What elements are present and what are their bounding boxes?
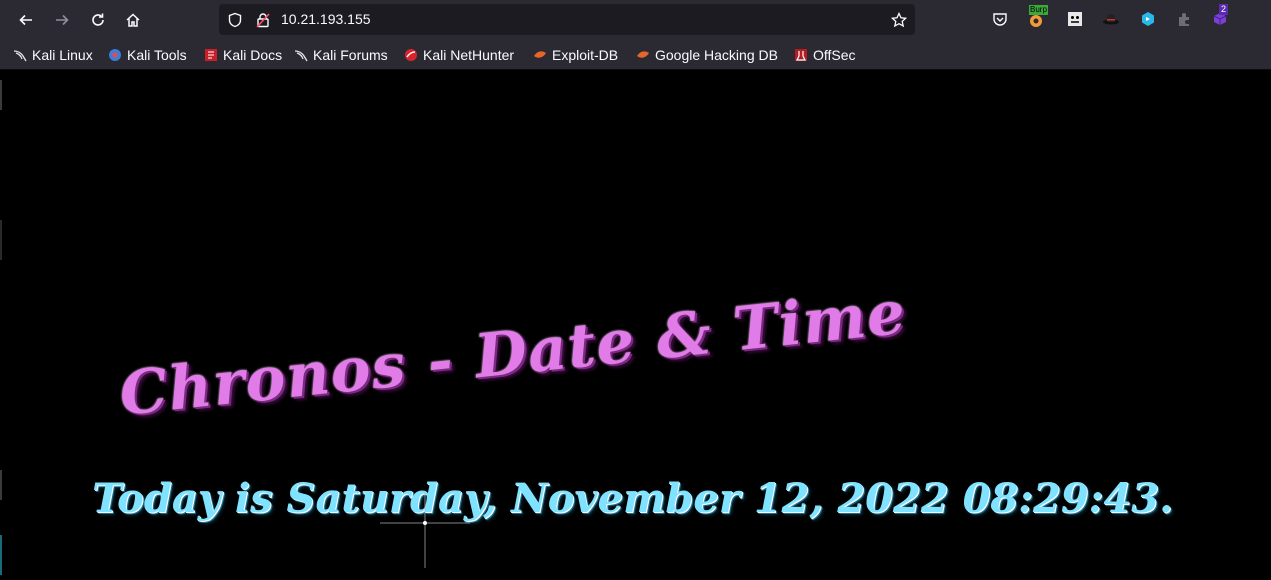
nethunter-icon: [405, 49, 417, 61]
ghost-face-icon: [1068, 12, 1082, 26]
puzzle-piece-icon: [1179, 13, 1189, 26]
bookmark-star-icon[interactable]: [891, 12, 907, 28]
notification-count-badge: 2: [1219, 4, 1229, 15]
hexagon-icon: [1142, 12, 1154, 26]
bookmark-kali-forums[interactable]: Kali Forums: [294, 45, 388, 65]
reload-button[interactable]: [84, 6, 112, 34]
extension-button[interactable]: [1066, 10, 1084, 28]
shield-icon[interactable]: [227, 12, 243, 28]
bookmark-offsec[interactable]: OffSec: [794, 45, 856, 65]
sparkle-icon: [380, 492, 470, 568]
bookmark-kali-nethunter[interactable]: Kali NetHunter: [404, 45, 514, 65]
pocket-button[interactable]: [991, 10, 1009, 28]
bookmark-exploit-db[interactable]: Exploit-DB: [533, 45, 618, 65]
burp-extension-button[interactable]: Burp: [1027, 5, 1048, 28]
bookmark-google-hacking-db[interactable]: Google Hacking DB: [636, 45, 778, 65]
left-edge-marks: [0, 80, 2, 575]
bookmark-kali-docs[interactable]: Kali Docs: [204, 45, 282, 65]
bookmark-label: Kali Docs: [223, 47, 283, 63]
pocket-icon: [993, 13, 1007, 26]
bookmark-label: Kali NetHunter: [423, 47, 515, 63]
bookmarks-toolbar: Kali Linux Kali Tools Kali Docs Kali For…: [0, 40, 1271, 70]
home-button[interactable]: [119, 6, 147, 34]
bookmark-kali-linux[interactable]: Kali Linux: [13, 45, 93, 65]
browser-toolbar: 10.21.193.155 Burp 2: [0, 0, 1271, 40]
home-icon: [126, 13, 140, 27]
insecure-lock-icon[interactable]: [255, 12, 271, 28]
ghdb-icon: [637, 51, 649, 58]
bookmark-label: Google Hacking DB: [655, 47, 778, 63]
bookmark-label: Kali Linux: [32, 47, 93, 63]
burp-badge: Burp: [1029, 5, 1048, 15]
back-button[interactable]: [12, 6, 40, 34]
hat-icon: [1103, 14, 1119, 25]
bookmark-label: OffSec: [813, 47, 856, 63]
arrow-left-icon: [19, 14, 32, 26]
arrow-right-icon: [56, 14, 69, 26]
page-title: Chronos - Date & Time: [116, 277, 910, 430]
offsec-icon: [795, 49, 807, 61]
reload-icon: [92, 13, 104, 26]
current-datetime: Today is Saturday, November 12, 2022 08:…: [92, 475, 1174, 522]
url-text[interactable]: 10.21.193.155: [281, 11, 371, 27]
kali-docs-icon: [205, 49, 217, 61]
kali-tools-icon: [109, 49, 121, 61]
bookmark-label: Kali Tools: [127, 47, 187, 63]
address-bar[interactable]: 10.21.193.155: [219, 4, 915, 35]
wappalyzer-button[interactable]: [1139, 10, 1157, 28]
forward-button[interactable]: [48, 6, 76, 34]
kali-dragon-icon: [13, 50, 27, 62]
page-content: Chronos - Date & Time Today is Saturday,…: [0, 70, 1271, 580]
bookmark-label: Exploit-DB: [552, 47, 619, 63]
bookmark-label: Kali Forums: [313, 47, 388, 63]
user-agent-switcher-button[interactable]: [1102, 10, 1120, 28]
exploit-db-icon: [534, 51, 546, 58]
extension-button-2[interactable]: [1175, 10, 1193, 28]
extension-notifications-button[interactable]: 2: [1211, 4, 1229, 28]
bookmark-kali-tools[interactable]: Kali Tools: [108, 45, 187, 65]
kali-dragon-icon: [294, 50, 308, 62]
